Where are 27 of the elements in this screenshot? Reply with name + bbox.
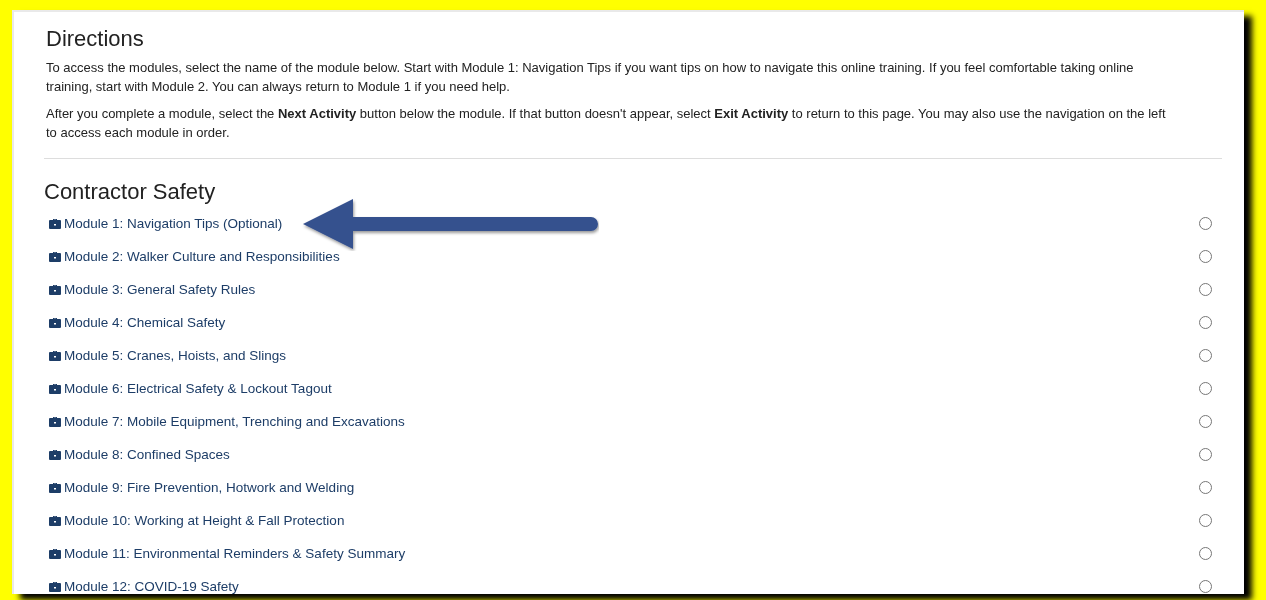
directions-paragraph: To access the modules, select the name of the module below. Start with Module 1: Navigation Tips if you want tips on how to navigate this online training. If you feel comfortable taking online training, start with Module 2. You can always return to Module 1 if you need help.: [46, 59, 1135, 96]
module-link[interactable]: Module 1: Navigation Tips (Optional): [49, 216, 283, 231]
module-link[interactable]: Module 12: COVID-19 Safety: [49, 579, 239, 594]
briefcase-icon: [49, 416, 61, 427]
module-link[interactable]: Module 3: General Safety Rules: [49, 282, 256, 297]
module-link[interactable]: Module 7: Mobile Equipment, Trenching and Excavations: [49, 414, 405, 429]
briefcase-icon: [49, 383, 61, 394]
section-heading: Contractor Safety: [44, 179, 217, 205]
section-heading: Directions: [46, 26, 145, 52]
briefcase-icon: [49, 218, 61, 229]
module-link[interactable]: Module 5: Cranes, Hoists, and Slings: [49, 348, 287, 363]
module-link[interactable]: Module 9: Fire Prevention, Hotwork and Welding: [49, 480, 355, 495]
module-link[interactable]: Module 10: Working at Height & Fall Protection: [49, 513, 345, 528]
briefcase-icon: [49, 482, 61, 493]
directions-paragraph: After you complete a module, select the Next Activity button below the module. If that button doesn't appear, select Exit Activity to return to this page. You may also use the navigation on the left to access each module in order.: [46, 105, 1167, 142]
module-link[interactable]: Module 11: Environmental Reminders & Safety Summary: [49, 546, 406, 561]
briefcase-icon: [49, 449, 61, 460]
briefcase-icon: [49, 350, 61, 361]
briefcase-icon: [49, 284, 61, 295]
module-link[interactable]: Module 2: Walker Culture and Responsibilities: [49, 249, 340, 264]
briefcase-icon: [49, 251, 61, 262]
briefcase-icon: [49, 515, 61, 526]
briefcase-icon: [49, 548, 61, 559]
briefcase-icon: [49, 317, 61, 328]
module-link[interactable]: Module 4: Chemical Safety: [49, 315, 226, 330]
module-link[interactable]: Module 8: Confined Spaces: [49, 447, 230, 462]
module-link[interactable]: Module 6: Electrical Safety & Lockout Tagout: [49, 381, 332, 396]
